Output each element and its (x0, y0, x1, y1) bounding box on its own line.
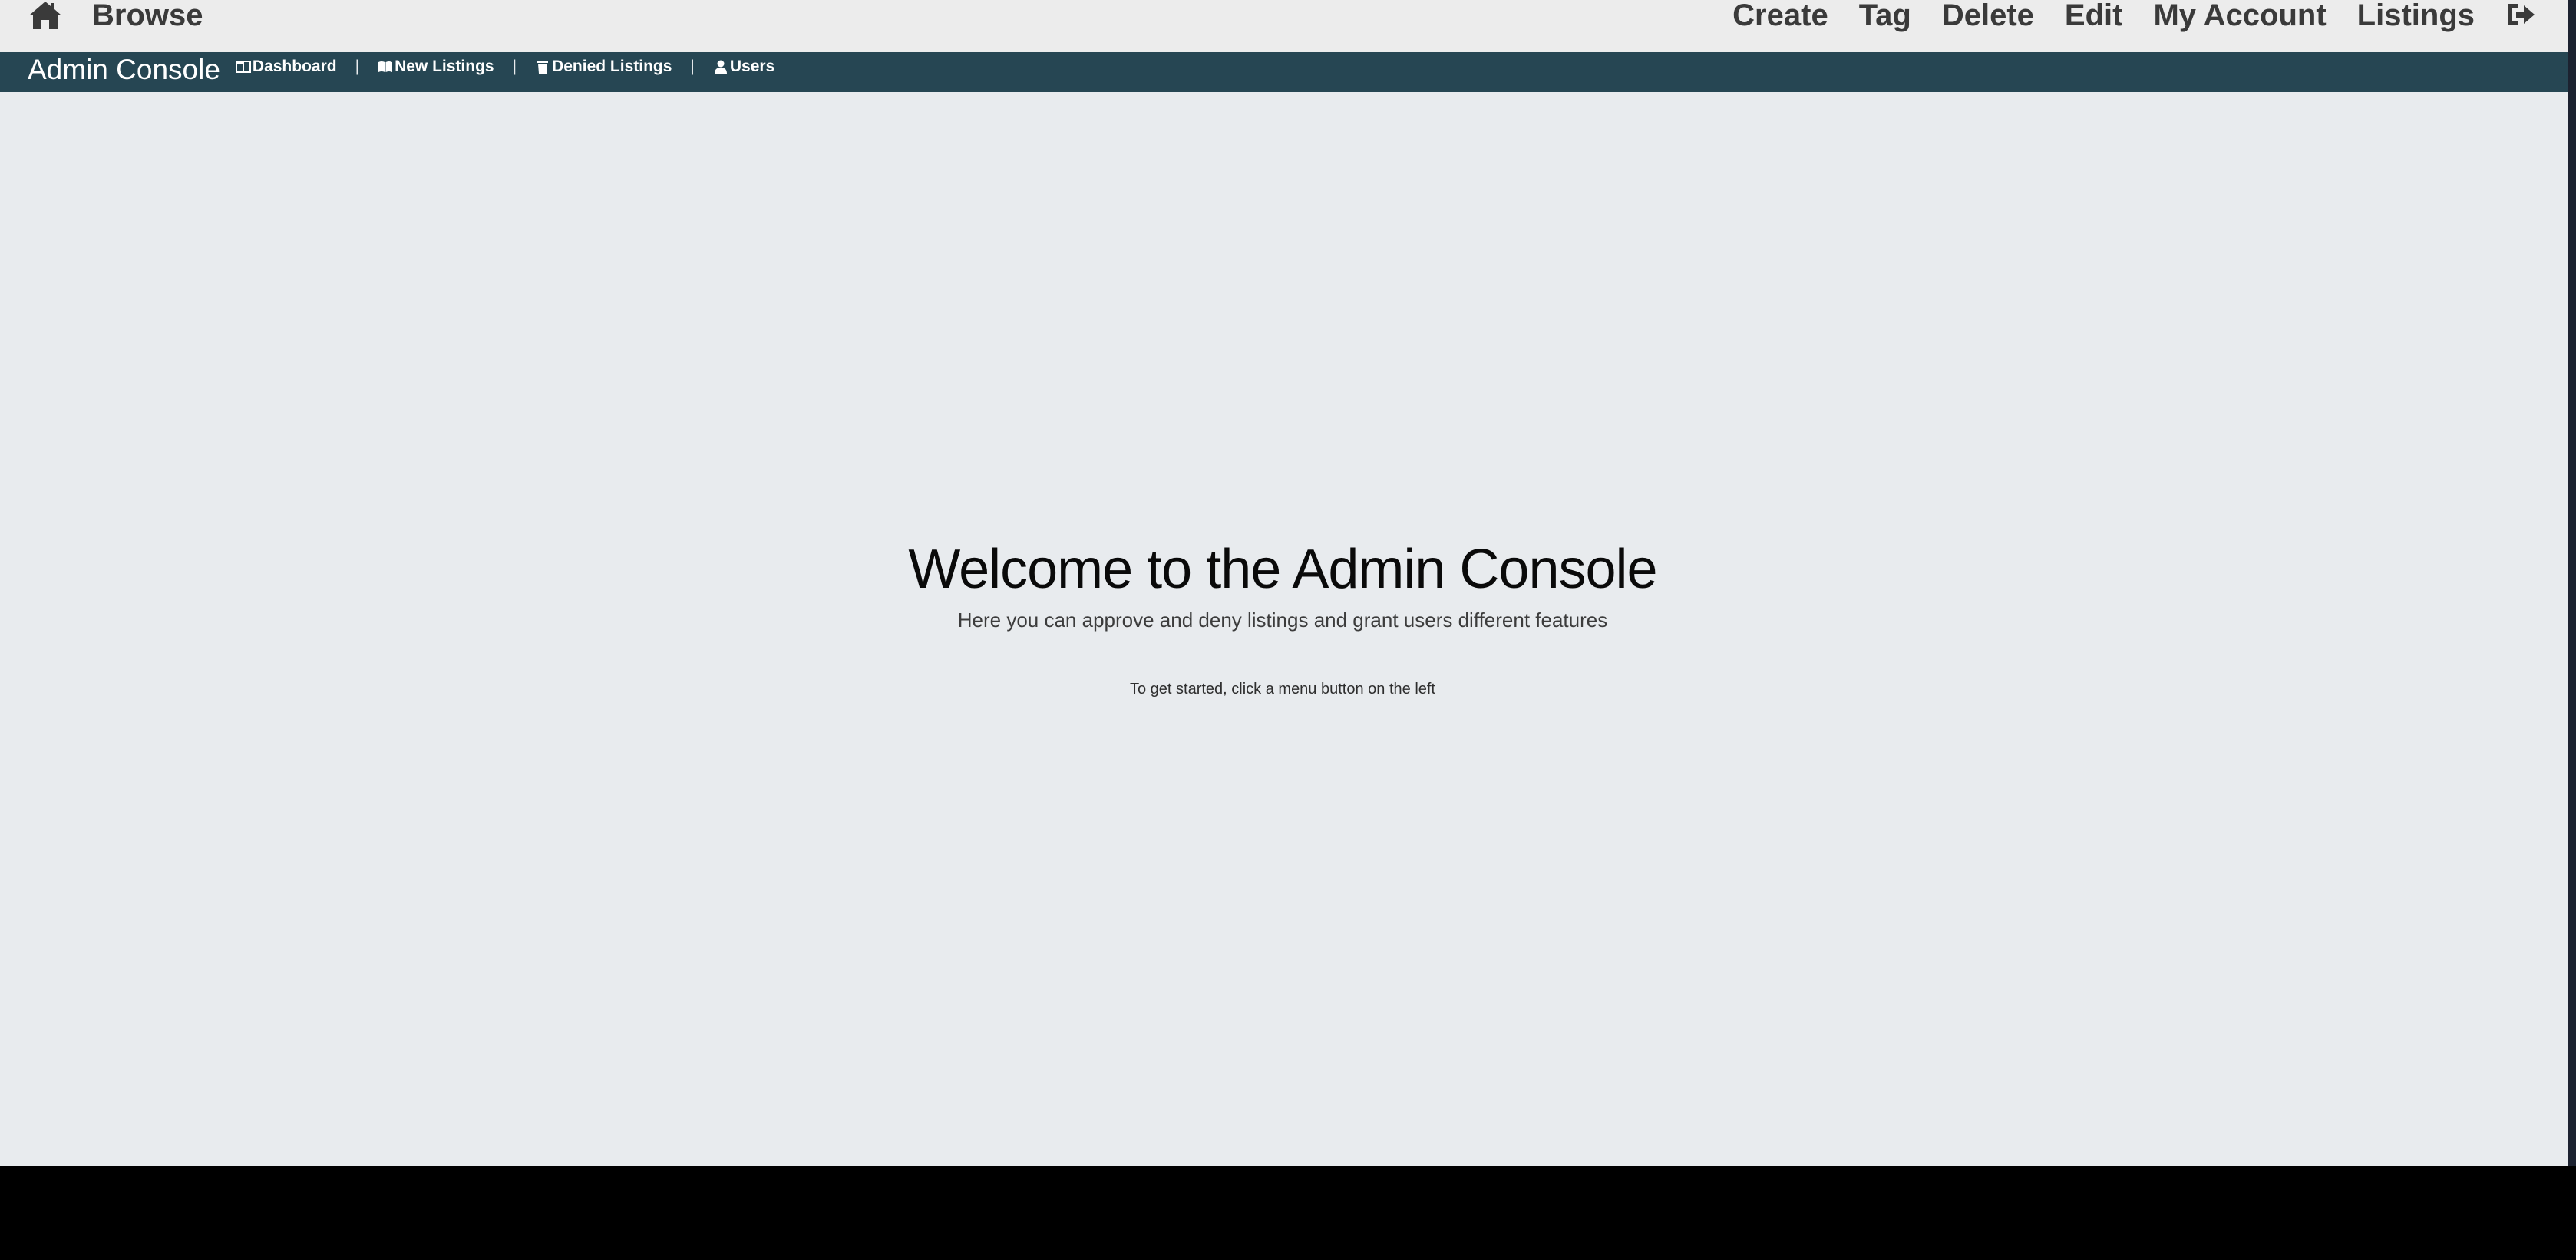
admin-console-bar: Admin Console Dashboard | New Listings |… (0, 52, 2568, 92)
browse-link[interactable]: Browse (92, 0, 203, 33)
denied-listings-menu-button[interactable]: Denied Listings (535, 58, 672, 76)
welcome-subheading: Here you can approve and deny listings a… (957, 609, 1608, 632)
denied-listings-label: Denied Listings (552, 58, 672, 75)
browser-viewport: Browse Create Tag Delete Edit My Account… (0, 0, 2569, 1166)
admin-menu: Dashboard | New Listings | Denied Listin… (235, 55, 774, 78)
navbar-right: Create Tag Delete Edit My Account Listin… (1702, 0, 2538, 52)
user-icon (714, 60, 727, 74)
users-menu-button[interactable]: Users (713, 58, 774, 76)
sign-out-icon[interactable] (2505, 1, 2538, 28)
menu-separator: | (690, 58, 695, 75)
columns-icon (235, 61, 251, 73)
page: Browse Create Tag Delete Edit My Account… (0, 0, 2576, 1260)
delete-link[interactable]: Delete (1942, 0, 2034, 33)
trash-icon (537, 61, 549, 74)
welcome-section: Welcome to the Admin Console Here you ca… (0, 537, 2565, 698)
navbar-left: Browse (28, 0, 203, 52)
welcome-hint: To get started, click a menu button on t… (1129, 681, 1435, 698)
top-navbar: Browse Create Tag Delete Edit My Account… (0, 0, 2568, 52)
admin-console-title: Admin Console (28, 54, 220, 85)
welcome-heading: Welcome to the Admin Console (908, 539, 1657, 600)
book-open-icon (378, 61, 393, 72)
menu-separator: | (355, 58, 360, 75)
new-listings-menu-button[interactable]: New Listings (378, 58, 494, 76)
new-listings-label: New Listings (395, 58, 494, 75)
create-link[interactable]: Create (1732, 0, 1828, 33)
window-edge (2568, 0, 2576, 1166)
my-account-link[interactable]: My Account (2153, 0, 2326, 33)
listings-link[interactable]: Listings (2357, 0, 2475, 33)
home-icon[interactable] (28, 0, 63, 31)
menu-separator: | (512, 58, 517, 75)
tag-link[interactable]: Tag (1859, 0, 1911, 33)
dashboard-menu-button[interactable]: Dashboard (235, 58, 337, 76)
dashboard-label: Dashboard (252, 58, 337, 75)
users-label: Users (729, 58, 775, 75)
edit-link[interactable]: Edit (2065, 0, 2123, 33)
